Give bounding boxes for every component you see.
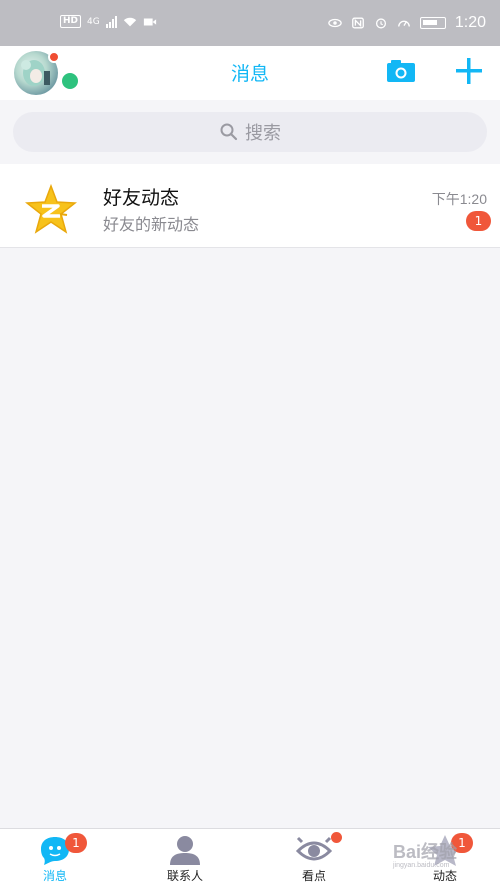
conversation-row[interactable]: 好友动态 好友的新动态 下午1:20	[0, 164, 500, 248]
search-icon	[220, 123, 238, 141]
search-input[interactable]: 搜索	[13, 112, 487, 152]
eye-icon	[296, 836, 332, 861]
tab-label: 动态	[432, 869, 457, 883]
contacts-icon	[170, 836, 200, 865]
discover-red-dot	[331, 832, 342, 843]
speed-icon	[397, 20, 410, 27]
watermark-text: Bai经验	[393, 842, 458, 862]
tab-label: 看点	[301, 869, 326, 883]
alarm-icon	[375, 18, 386, 29]
status-bar: HD 4G 1:20	[0, 0, 500, 46]
app-header: 消息	[0, 46, 500, 100]
tab-discover[interactable]: 看点	[269, 829, 359, 889]
unread-badge: 1	[466, 211, 491, 231]
nfc-icon	[351, 17, 364, 29]
hd-indicator: HD	[60, 15, 82, 28]
conversation-title: 好友动态	[103, 187, 180, 209]
add-icon[interactable]	[454, 56, 484, 86]
battery-icon	[419, 17, 446, 29]
messages-badge: 1	[65, 833, 87, 853]
qzone-star-icon	[25, 184, 77, 234]
watermark-logo: Bai经验 jingyan.baidu.com	[393, 838, 457, 869]
conversation-preview: 好友的新动态	[103, 215, 200, 234]
signal-icon	[105, 15, 117, 28]
page-title: 消息	[230, 63, 269, 85]
tab-contacts[interactable]: 联系人	[140, 829, 230, 889]
tab-messages[interactable]: 1 消息	[10, 829, 100, 889]
conversation-time: 下午1:20	[431, 191, 487, 207]
video-icon	[143, 18, 156, 25]
wifi-icon	[123, 17, 136, 26]
network-type: 4G	[87, 16, 100, 27]
status-left: HD 4G	[60, 15, 157, 28]
tab-label: 联系人	[166, 869, 203, 883]
search-placeholder: 搜索	[245, 123, 281, 144]
clock: 1:20	[454, 14, 486, 31]
watermark-sub: jingyan.baidu.com	[393, 862, 450, 869]
tab-label: 消息	[42, 869, 67, 883]
camera-icon[interactable]	[386, 59, 416, 83]
eye-comfort-icon	[328, 18, 342, 28]
status-right: 1:20	[328, 14, 486, 32]
